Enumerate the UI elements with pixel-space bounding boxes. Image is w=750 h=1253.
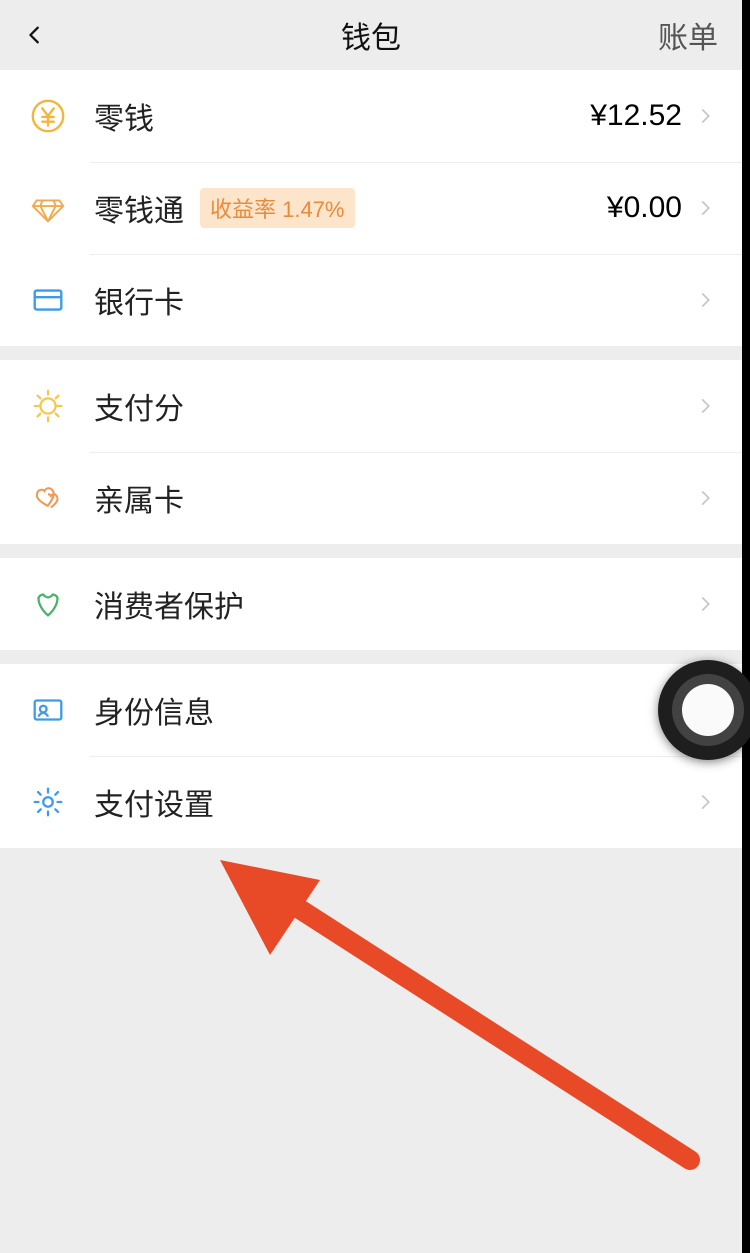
assistive-touch-button[interactable] bbox=[658, 660, 750, 760]
page-title: 钱包 bbox=[341, 13, 401, 57]
diamond-icon bbox=[28, 188, 68, 228]
yen-coin-icon bbox=[28, 96, 68, 136]
row-cards[interactable]: 银行卡 bbox=[0, 254, 742, 346]
row-label: 支付设置 bbox=[94, 780, 214, 824]
card-icon bbox=[28, 280, 68, 320]
chevron-right-icon bbox=[696, 192, 714, 224]
header: 钱包 账单 bbox=[0, 0, 742, 70]
back-button[interactable] bbox=[24, 15, 64, 55]
row-label: 零钱通 bbox=[94, 186, 184, 230]
chevron-right-icon bbox=[696, 482, 714, 514]
chevron-right-icon bbox=[696, 284, 714, 316]
group-pay-extras: 支付分 亲属卡 bbox=[0, 360, 742, 544]
sun-icon bbox=[28, 386, 68, 426]
row-label: 身份信息 bbox=[94, 688, 214, 732]
group-protection: 消费者保护 bbox=[0, 558, 742, 650]
group-balance: 零钱 ¥12.52 零钱通 收益率 1.47% ¥0.00 bbox=[0, 70, 742, 346]
chevron-right-icon bbox=[696, 390, 714, 422]
annotation-arrow bbox=[190, 850, 710, 1180]
row-value: ¥0.00 bbox=[607, 191, 682, 225]
id-card-icon bbox=[28, 690, 68, 730]
row-label: 消费者保护 bbox=[94, 582, 244, 626]
hands-shield-icon bbox=[28, 584, 68, 624]
hearts-icon bbox=[28, 478, 68, 518]
chevron-right-icon bbox=[696, 100, 714, 132]
row-pay-score[interactable]: 支付分 bbox=[0, 360, 742, 452]
chevron-right-icon bbox=[696, 786, 714, 818]
gear-icon bbox=[28, 782, 68, 822]
group-account: 身份信息 支付设置 bbox=[0, 664, 742, 848]
row-label: 零钱 bbox=[94, 94, 154, 138]
chevron-right-icon bbox=[696, 588, 714, 620]
row-balance[interactable]: 零钱 ¥12.52 bbox=[0, 70, 742, 162]
row-label: 支付分 bbox=[94, 384, 184, 428]
row-label: 亲属卡 bbox=[94, 476, 184, 520]
row-pay-settings[interactable]: 支付设置 bbox=[0, 756, 742, 848]
row-lqt[interactable]: 零钱通 收益率 1.47% ¥0.00 bbox=[0, 162, 742, 254]
row-label: 银行卡 bbox=[94, 278, 184, 322]
yield-badge: 收益率 1.47% bbox=[200, 188, 355, 228]
row-identity[interactable]: 身份信息 bbox=[0, 664, 742, 756]
row-family-card[interactable]: 亲属卡 bbox=[0, 452, 742, 544]
bills-link[interactable]: 账单 bbox=[658, 13, 718, 57]
row-protection[interactable]: 消费者保护 bbox=[0, 558, 742, 650]
row-value: ¥12.52 bbox=[590, 99, 682, 133]
